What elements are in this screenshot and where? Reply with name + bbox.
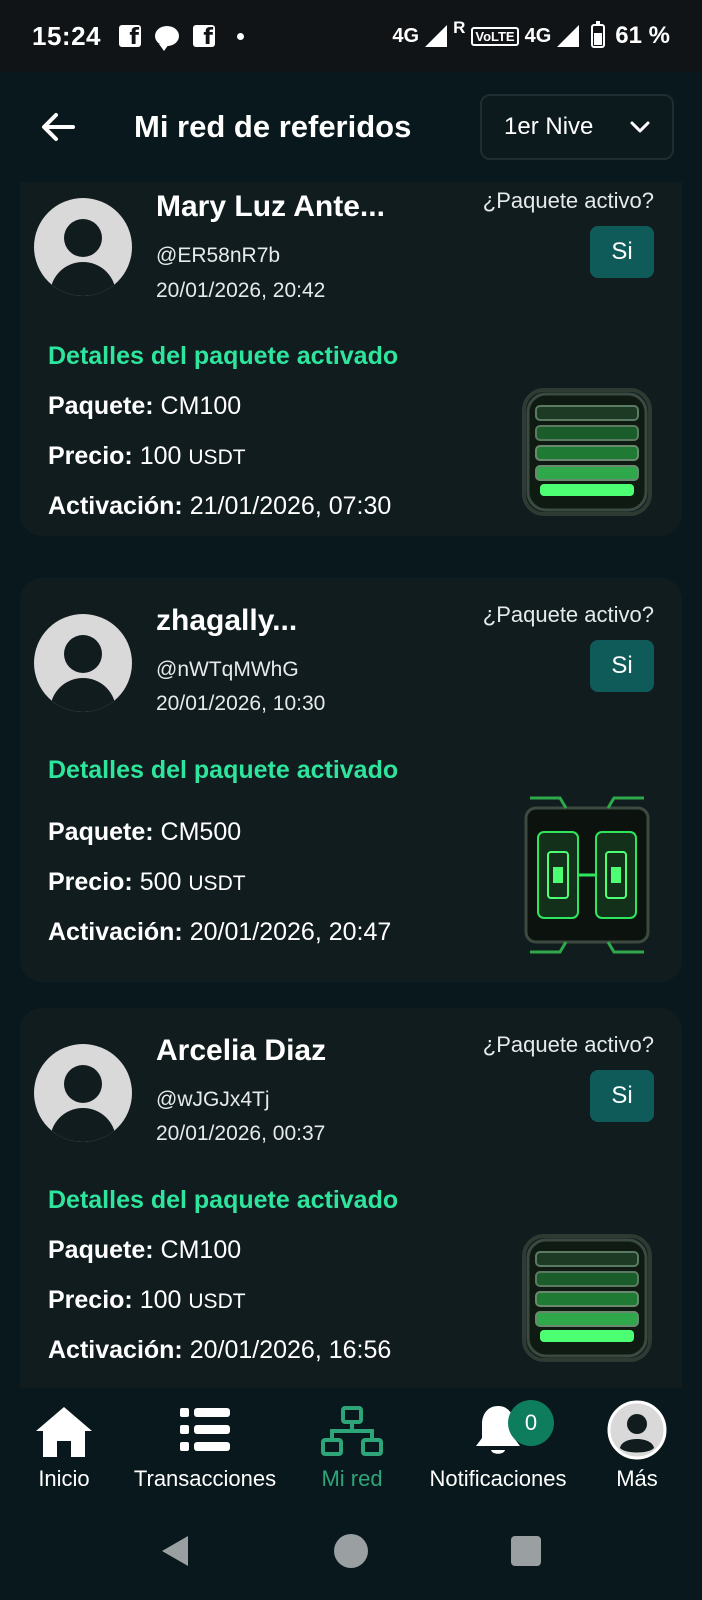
referral-card: zhagally... @nWTqMWhG 20/01/2026, 10:30 …	[20, 578, 682, 982]
package-row: Paquete: CM100	[48, 1236, 242, 1264]
facebook-icon	[193, 25, 215, 50]
referral-handle: @ER58nR7b	[156, 244, 281, 267]
profile-avatar-icon	[607, 1400, 667, 1460]
status-bar: 15:24 4G R VoLTE 4G 61 %	[0, 0, 702, 72]
level-select[interactable]: 1er Nive	[480, 94, 674, 160]
referral-handle: @wJGJx4Tj	[156, 1088, 270, 1111]
app-header: Mi red de referidos 1er Nive	[0, 72, 702, 182]
nav-label: Transacciones	[133, 1466, 277, 1491]
details-title: Detalles del paquete activado	[48, 342, 399, 370]
status-indicators: 4G R VoLTE 4G 61 %	[392, 18, 670, 50]
details-title: Detalles del paquete activado	[48, 1186, 399, 1214]
activation-row: Activación: 20/01/2026, 20:47	[48, 918, 392, 946]
package-active-label: ¿Paquete activo?	[482, 188, 654, 213]
nav-label: Más	[616, 1466, 658, 1491]
package-active-badge[interactable]: Si	[590, 640, 654, 692]
referral-list[interactable]: Mary Luz Ante... @ER58nR7b 20/01/2026, 2…	[0, 182, 702, 1388]
nav-label: Notificaciones	[429, 1466, 567, 1491]
page-title: Mi red de referidos	[134, 109, 412, 144]
signal-icon	[557, 25, 580, 47]
bottom-nav: Inicio Transacciones Mi red Notificacion…	[0, 1388, 702, 1500]
referral-date: 20/01/2026, 00:37	[156, 1122, 326, 1145]
system-recents-icon[interactable]	[511, 1536, 541, 1566]
package-active-badge[interactable]: Si	[590, 226, 654, 278]
referral-handle: @nWTqMWhG	[156, 658, 299, 681]
level-select-value: 1er Nive	[504, 113, 594, 140]
activation-row: Activación: 21/01/2026, 07:30	[48, 492, 392, 520]
avatar	[34, 1044, 132, 1142]
package-cube-icon	[522, 388, 652, 516]
referral-date: 20/01/2026, 10:30	[156, 692, 326, 715]
referral-date: 20/01/2026, 20:42	[156, 279, 326, 302]
package-row: Paquete: CM500	[48, 818, 242, 846]
network-type-2: 4G	[524, 24, 552, 47]
chevron-down-icon	[630, 121, 650, 133]
network-type: 4G	[392, 24, 420, 47]
price-row: Precio: 100 USDT	[48, 1286, 246, 1314]
referral-name: Arcelia Diaz	[156, 1034, 327, 1067]
avatar	[34, 198, 132, 296]
package-circuit-icon	[524, 796, 650, 954]
system-home-icon[interactable]	[334, 1534, 368, 1568]
notification-badge: 0	[508, 1400, 554, 1446]
referral-name: zhagally...	[156, 604, 298, 637]
status-time: 15:24	[32, 20, 101, 51]
price-row: Precio: 100 USDT	[48, 442, 246, 470]
details-title: Detalles del paquete activado	[48, 756, 399, 784]
nav-label: Inicio	[38, 1466, 90, 1491]
volte-icon: VoLTE	[471, 26, 519, 46]
roaming-indicator: R	[453, 18, 466, 37]
messenger-icon	[155, 26, 179, 51]
package-active-label: ¿Paquete activo?	[482, 1032, 654, 1057]
home-icon	[36, 1407, 92, 1457]
package-active-badge[interactable]: Si	[590, 1070, 654, 1122]
referral-card: Arcelia Diaz @wJGJx4Tj 20/01/2026, 00:37…	[20, 1008, 682, 1388]
package-cube-icon	[522, 1234, 652, 1362]
battery-level: 61 %	[615, 22, 670, 49]
notification-icons	[119, 25, 244, 51]
referral-card: Mary Luz Ante... @ER58nR7b 20/01/2026, 2…	[20, 182, 682, 536]
list-icon	[180, 1408, 230, 1451]
system-back-icon[interactable]	[162, 1536, 188, 1566]
system-nav-bar	[0, 1500, 702, 1600]
activation-row: Activación: 20/01/2026, 16:56	[48, 1336, 392, 1364]
price-row: Precio: 500 USDT	[48, 868, 246, 896]
referral-name: Mary Luz Ante...	[156, 190, 385, 223]
arrow-left-icon	[42, 113, 75, 141]
nav-label: Mi red	[321, 1466, 383, 1491]
package-row: Paquete: CM100	[48, 392, 242, 420]
more-notifications-dot-icon	[237, 32, 244, 40]
package-active-label: ¿Paquete activo?	[482, 602, 654, 627]
avatar	[34, 614, 132, 712]
facebook-icon	[119, 25, 141, 50]
signal-icon	[425, 25, 448, 47]
back-button[interactable]	[36, 105, 80, 149]
network-icon	[321, 1406, 383, 1456]
battery-icon	[591, 21, 606, 48]
